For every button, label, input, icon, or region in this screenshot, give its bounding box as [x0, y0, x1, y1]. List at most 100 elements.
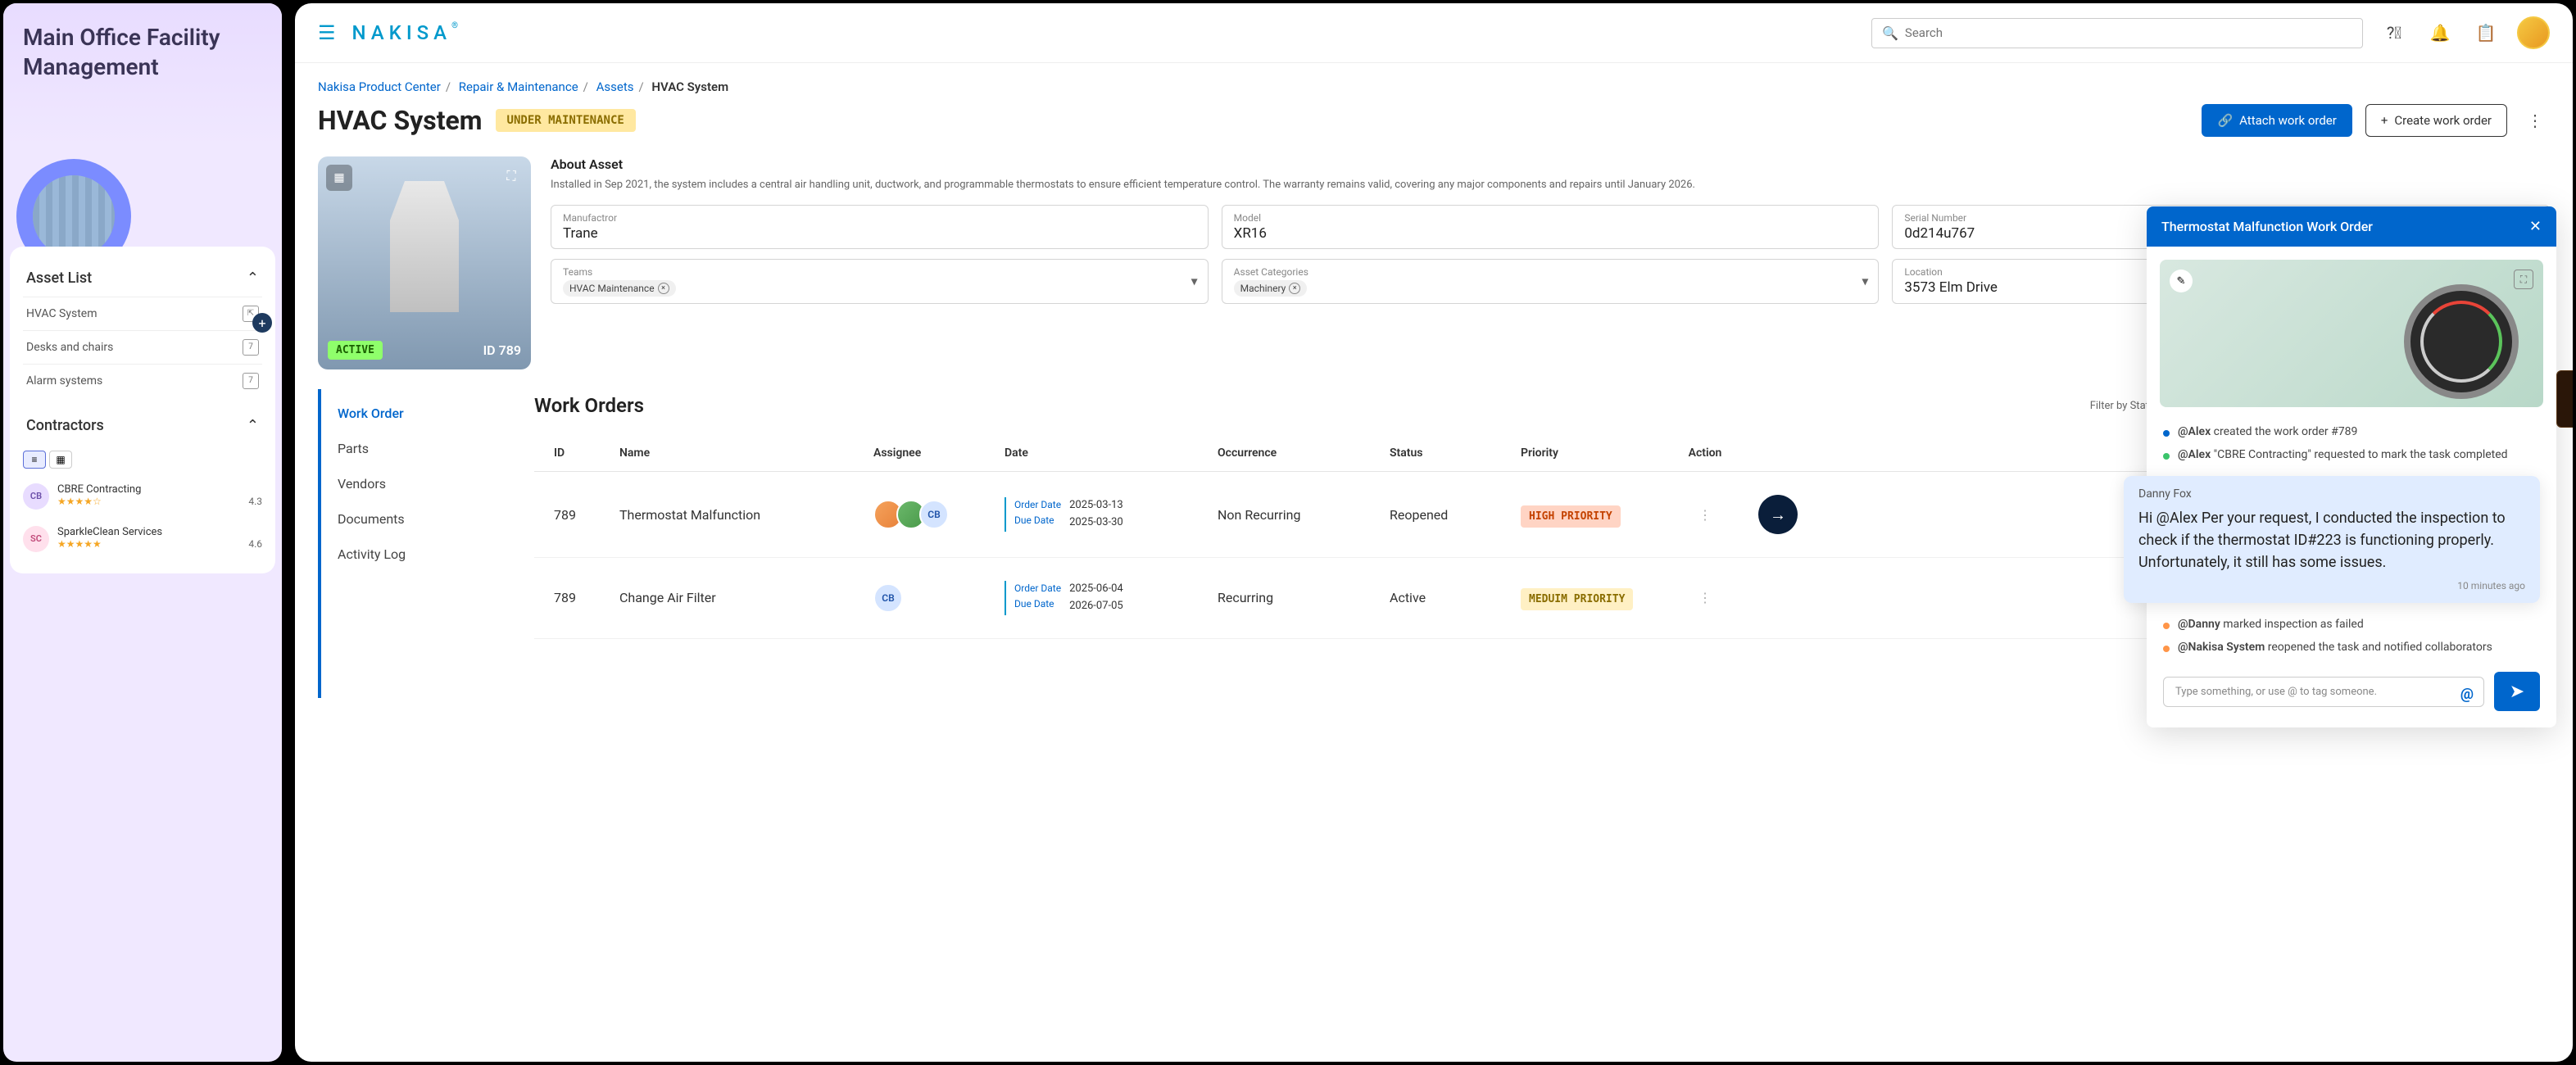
hvac-unit-image — [375, 181, 474, 312]
row-menu-icon[interactable]: ⋮ — [1698, 590, 1712, 605]
activity-dot — [2163, 623, 2170, 629]
activity-dot — [2163, 453, 2170, 460]
close-icon[interactable]: ✕ — [2529, 218, 2542, 235]
crumb-current: HVAC System — [651, 79, 728, 94]
breadcrumb: Nakisa Product Center/ Repair & Maintena… — [295, 63, 2573, 94]
about-heading: About Asset — [551, 156, 2550, 172]
search-input[interactable]: 🔍 — [1871, 18, 2363, 48]
contractor-row[interactable]: CB CBRE Contracting ★★★★☆4.3 — [23, 475, 262, 518]
search-icon: 🔍 — [1882, 25, 1898, 41]
tab-work-order[interactable]: Work Order — [338, 396, 515, 431]
help-icon[interactable]: ?⃝ — [2379, 18, 2409, 48]
contractor-row[interactable]: SC SparkleClean Services ★★★★★4.6 — [23, 518, 262, 560]
expand-icon[interactable]: ⛶ — [2514, 270, 2533, 289]
activity-dot — [2163, 646, 2170, 652]
view-toggle: ≡ ▦ — [23, 444, 262, 475]
contractor-avatar: CB — [23, 483, 49, 510]
comment-text: Hi @Alex Per your request, I conducted t… — [2138, 507, 2525, 573]
mini-header: Main Office Facility Management — [3, 3, 282, 148]
crumb-link[interactable]: Nakisa Product Center — [318, 79, 441, 94]
about-description: Installed in Sep 2021, the system includ… — [551, 177, 2550, 193]
activity-text: @Alex "CBRE Contracting" requested to ma… — [2178, 448, 2508, 461]
logo[interactable]: NAKISA® — [352, 21, 463, 44]
link-icon: 🔗 — [2217, 113, 2233, 128]
activity-feed: @Alex created the work order #789 @Alex … — [2147, 420, 2556, 466]
activity-dot — [2163, 430, 2170, 437]
contractor-avatar: SC — [23, 526, 49, 552]
teams-select[interactable]: TeamsHVAC Maintenance×▾ — [551, 259, 1209, 304]
menu-icon[interactable]: ☰ — [318, 21, 336, 44]
tab-parts[interactable]: Parts — [338, 431, 515, 466]
contractors-header[interactable]: Contractors ⌃ — [23, 407, 262, 444]
crumb-link[interactable]: Repair & Maintenance — [459, 79, 578, 94]
work-order-detail-panel: Thermostat Malfunction Work Order ✕ ✎ ⛶ … — [2147, 206, 2556, 727]
plus-icon: + — [2381, 113, 2388, 128]
crumb-link[interactable]: Assets — [596, 79, 634, 94]
comment-composer: Type something, or use @ to tag someone.… — [2147, 659, 2556, 727]
more-menu-button[interactable]: ⋮ — [2520, 106, 2550, 135]
categories-select[interactable]: Asset CategoriesMachinery×▾ — [1222, 259, 1880, 304]
add-asset-button[interactable]: + — [252, 313, 272, 333]
comment-author: Danny Fox — [2138, 487, 2525, 501]
remove-chip-icon[interactable]: × — [658, 283, 669, 294]
side-tabs: Work Order Parts Vendors Documents Activ… — [318, 389, 515, 698]
edit-icon[interactable]: ✎ — [2170, 270, 2193, 292]
attach-work-order-button[interactable]: 🔗Attach work order — [2202, 104, 2352, 137]
asset-item-hvac[interactable]: HVAC System⇱ — [23, 297, 262, 330]
list-view-button[interactable]: ≡ — [23, 451, 46, 469]
remove-chip-icon[interactable]: × — [1289, 283, 1300, 294]
panel-header: Thermostat Malfunction Work Order ✕ — [2147, 206, 2556, 247]
mini-title: Main Office Facility Management — [23, 23, 262, 83]
activity-feed: @Danny marked inspection as failed @Naki… — [2147, 613, 2556, 659]
page-header: HVAC System UNDER MAINTENANCE 🔗Attach wo… — [295, 94, 2573, 156]
comment-time: 10 minutes ago — [2138, 580, 2525, 591]
wo-title: Work Orders — [534, 394, 2077, 417]
page-title: HVAC System — [318, 105, 483, 136]
chevron-up-icon: ⌃ — [247, 417, 259, 434]
asset-item-desks[interactable]: Desks and chairs7 — [23, 330, 262, 364]
comment: Danny Fox Hi @Alex Per your request, I c… — [2147, 466, 2556, 613]
tab-vendors[interactable]: Vendors — [338, 466, 515, 501]
chevron-down-icon: ▾ — [1191, 274, 1198, 289]
asset-list-header[interactable]: Asset List ⌃ — [23, 260, 262, 297]
expand-icon[interactable]: ⛶ — [500, 165, 523, 188]
asset-image-card: ▦ ⛶ ACTIVE ID 789 — [318, 156, 531, 369]
active-badge: ACTIVE — [328, 341, 383, 360]
bell-icon[interactable]: 🔔 — [2425, 18, 2455, 48]
avatar: CB — [873, 583, 903, 613]
create-work-order-button[interactable]: +Create work order — [2365, 104, 2507, 137]
row-menu-icon[interactable]: ⋮ — [1698, 507, 1712, 523]
main-app: ☰ NAKISA® 🔍 ?⃝ 🔔 📋 Nakisa Product Center… — [295, 3, 2573, 1062]
send-button[interactable]: ➤ — [2494, 672, 2540, 711]
topbar: ☰ NAKISA® 🔍 ?⃝ 🔔 📋 — [295, 3, 2573, 63]
assignee-stack: CB — [873, 583, 1005, 613]
activity-text: @Nakisa System reopened the task and not… — [2178, 641, 2492, 654]
failed-toast: ✕ Failed Inspection ID #223 has failed — [2556, 370, 2573, 428]
gauge-image — [2404, 284, 2519, 399]
asset-id: ID 789 — [483, 342, 521, 358]
mention-icon[interactable]: @ — [2460, 686, 2474, 703]
activity-text: @Alex created the work order #789 — [2178, 425, 2357, 438]
tab-activity-log[interactable]: Activity Log — [338, 537, 515, 572]
facility-mini-panel: Main Office Facility Management Asset Li… — [3, 3, 282, 1062]
chevron-up-icon: ⌃ — [247, 270, 259, 287]
chevron-down-icon: ▾ — [1862, 274, 1868, 289]
comment-input[interactable]: Type something, or use @ to tag someone.… — [2163, 677, 2484, 707]
panel-image: ✎ ⛶ — [2160, 260, 2543, 407]
status-badge: UNDER MAINTENANCE — [496, 109, 636, 132]
grid-view-button[interactable]: ▦ — [49, 451, 72, 469]
qr-icon[interactable]: ▦ — [326, 165, 352, 191]
assignee-stack: CB — [873, 500, 1005, 529]
avatar: CB — [919, 500, 949, 529]
open-row-button[interactable]: → — [1758, 495, 1798, 534]
manufacturer-field[interactable]: ManufactrorTrane — [551, 205, 1209, 249]
building-photo — [33, 175, 115, 257]
model-field[interactable]: ModelXR16 — [1222, 205, 1880, 249]
priority-badge: MEDUIM PRIORITY — [1521, 588, 1633, 610]
tab-documents[interactable]: Documents — [338, 501, 515, 537]
activity-text: @Danny marked inspection as failed — [2178, 618, 2364, 631]
clipboard-icon[interactable]: 📋 — [2471, 18, 2501, 48]
asset-item-alarm[interactable]: Alarm systems7 — [23, 364, 262, 397]
user-avatar[interactable] — [2517, 16, 2550, 49]
priority-badge: HIGH PRIORITY — [1521, 505, 1621, 528]
